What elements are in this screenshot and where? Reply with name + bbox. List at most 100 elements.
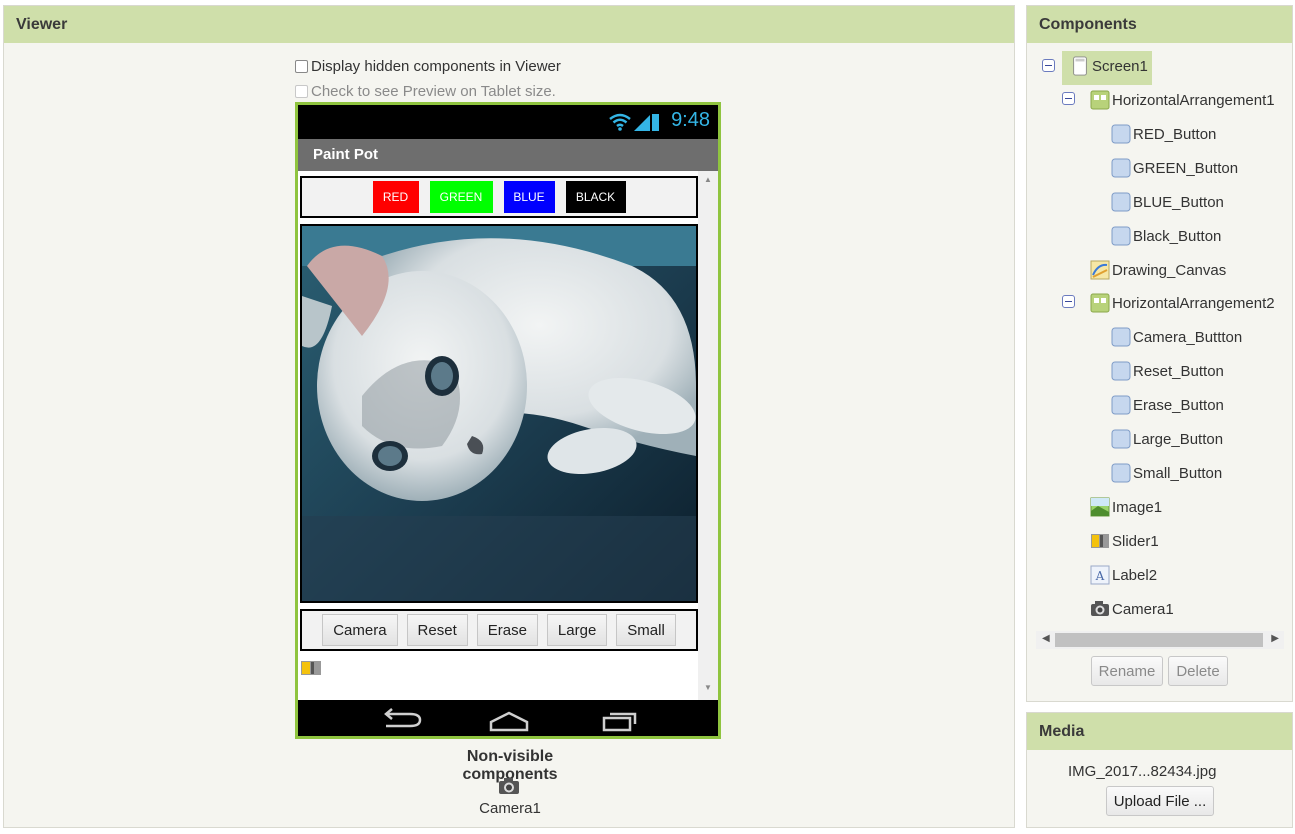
display-hidden-checkbox[interactable]: [295, 60, 308, 73]
tree-item-camera1[interactable]: Camera1: [1090, 599, 1174, 619]
phone-scrollbar[interactable]: ▲ ▼: [698, 171, 718, 700]
large-button[interactable]: Large: [546, 614, 608, 646]
display-hidden-label: Display hidden components in Viewer: [311, 58, 561, 75]
camera-icon: [1091, 601, 1109, 616]
scroll-up-icon[interactable]: ▲: [704, 175, 712, 184]
tree-label: Small_Button: [1133, 464, 1223, 482]
cell-signal-icon: [634, 115, 650, 131]
horizontal-arrangement-1[interactable]: RED GREEN BLUE BLACK: [300, 176, 698, 218]
tree-label: Reset_Button: [1133, 362, 1224, 380]
media-header: Media: [1027, 713, 1292, 750]
tree-item-label2[interactable]: A Label2: [1090, 565, 1157, 585]
button-icon: [1111, 327, 1131, 347]
phone-preview: 9:48 Paint Pot RED GREEN BLUE BLACK Came…: [295, 102, 721, 739]
camera-button[interactable]: Camera: [322, 614, 398, 646]
components-header: Components: [1027, 6, 1292, 43]
rename-button[interactable]: Rename: [1091, 656, 1163, 686]
tree-label: Label2: [1112, 566, 1158, 584]
scroll-left-icon[interactable]: ◀: [1042, 633, 1050, 644]
tree-label: Screen1: [1092, 57, 1148, 75]
screen-icon: [1073, 56, 1087, 76]
arrangement-icon: [1090, 90, 1110, 110]
reset-button[interactable]: Reset: [406, 614, 468, 646]
button-icon: [1111, 395, 1131, 415]
tree-label: HorizontalArrangement1: [1112, 91, 1275, 109]
tree-label: Slider1: [1112, 532, 1159, 550]
button-icon: [1111, 124, 1131, 144]
tree-label: Image1: [1112, 498, 1163, 516]
delete-button[interactable]: Delete: [1168, 656, 1228, 686]
button-icon: [1111, 158, 1131, 178]
signal-icons: [608, 111, 660, 137]
erase-button[interactable]: Erase: [476, 614, 538, 646]
button-icon: [1111, 429, 1131, 449]
components-horizontal-scrollbar[interactable]: ◀ ▶: [1036, 631, 1284, 649]
home-icon: [489, 711, 529, 732]
button-icon: [1111, 463, 1131, 483]
tablet-preview-checkbox-row[interactable]: Check to see Preview on Tablet size.: [295, 83, 556, 100]
battery-icon: [652, 114, 659, 131]
tree-label: HorizontalArrangement2: [1112, 294, 1275, 312]
tree-item-green-button[interactable]: GREEN_Button: [1111, 158, 1238, 178]
scroll-thumb[interactable]: [1055, 633, 1263, 647]
blue-button[interactable]: BLUE: [503, 181, 555, 213]
upload-file-button[interactable]: Upload File ...: [1106, 786, 1214, 816]
slider-icon[interactable]: [300, 659, 322, 681]
media-file-name[interactable]: IMG_2017...82434.jpg: [1068, 763, 1216, 780]
scroll-right-icon[interactable]: ▶: [1271, 633, 1279, 644]
tablet-preview-label: Check to see Preview on Tablet size.: [311, 83, 556, 100]
small-button[interactable]: Small: [616, 614, 676, 646]
label-icon: A: [1090, 565, 1110, 585]
tree-item-drawing-canvas[interactable]: Drawing_Canvas: [1090, 260, 1226, 280]
tree-item-black-button[interactable]: Black_Button: [1111, 226, 1221, 246]
tree-label: Large_Button: [1133, 430, 1224, 448]
tree-item-slider1[interactable]: Slider1: [1090, 531, 1159, 551]
collapse-harr2-icon[interactable]: [1062, 295, 1075, 308]
phone-nav-bar: [298, 700, 718, 736]
tree-item-screen1[interactable]: Screen1: [1070, 56, 1148, 76]
collapse-screen1-icon[interactable]: [1042, 59, 1055, 72]
collapse-harr1-icon[interactable]: [1062, 92, 1075, 105]
cat-photo: [302, 226, 696, 601]
canvas-icon: [1090, 260, 1110, 280]
tree-item-camera-button[interactable]: Camera_Buttton: [1111, 327, 1242, 347]
status-time: 9:48: [671, 109, 710, 131]
tree-item-erase-button[interactable]: Erase_Button: [1111, 395, 1224, 415]
camera-icon[interactable]: [497, 776, 521, 800]
non-visible-camera-label: Camera1: [479, 800, 541, 817]
viewer-header: Viewer: [4, 6, 1014, 43]
scroll-down-icon[interactable]: ▼: [704, 683, 712, 692]
tree-label: GREEN_Button: [1133, 159, 1239, 177]
button-icon: [1111, 226, 1131, 246]
tree-item-harr2[interactable]: HorizontalArrangement2: [1090, 293, 1275, 313]
tree-item-harr1[interactable]: HorizontalArrangement1: [1090, 90, 1275, 110]
tree-item-image1[interactable]: Image1: [1090, 497, 1162, 517]
phone-status-bar: 9:48: [298, 105, 718, 139]
tree-label: Black_Button: [1133, 227, 1222, 245]
green-button[interactable]: GREEN: [429, 181, 493, 213]
tree-label: RED_Button: [1133, 125, 1217, 143]
drawing-canvas[interactable]: [300, 224, 698, 603]
svg-text:A: A: [1095, 569, 1105, 583]
red-button[interactable]: RED: [372, 181, 419, 213]
arrangement-icon: [1090, 293, 1110, 313]
black-button[interactable]: BLACK: [565, 181, 626, 213]
tree-label: Drawing_Canvas: [1112, 261, 1227, 279]
image-icon: [1090, 497, 1110, 517]
tree-item-reset-button[interactable]: Reset_Button: [1111, 361, 1224, 381]
horizontal-arrangement-2[interactable]: Camera Reset Erase Large Small: [300, 609, 698, 651]
tree-label: Erase_Button: [1133, 396, 1224, 414]
wifi-icon: [609, 113, 631, 131]
phone-content: RED GREEN BLUE BLACK Camera Reset Erase …: [298, 171, 718, 700]
tree-label: BLUE_Button: [1133, 193, 1224, 211]
tree-label: Camera1: [1112, 600, 1174, 618]
tablet-preview-checkbox[interactable]: [295, 85, 308, 98]
tree-item-red-button[interactable]: RED_Button: [1111, 124, 1216, 144]
tree-item-small-button[interactable]: Small_Button: [1111, 463, 1222, 483]
display-hidden-checkbox-row[interactable]: Display hidden components in Viewer: [295, 58, 561, 75]
slider-icon: [1091, 534, 1109, 548]
tree-label: Camera_Buttton: [1133, 328, 1243, 346]
tree-item-large-button[interactable]: Large_Button: [1111, 429, 1223, 449]
button-icon: [1111, 192, 1131, 212]
tree-item-blue-button[interactable]: BLUE_Button: [1111, 192, 1224, 212]
